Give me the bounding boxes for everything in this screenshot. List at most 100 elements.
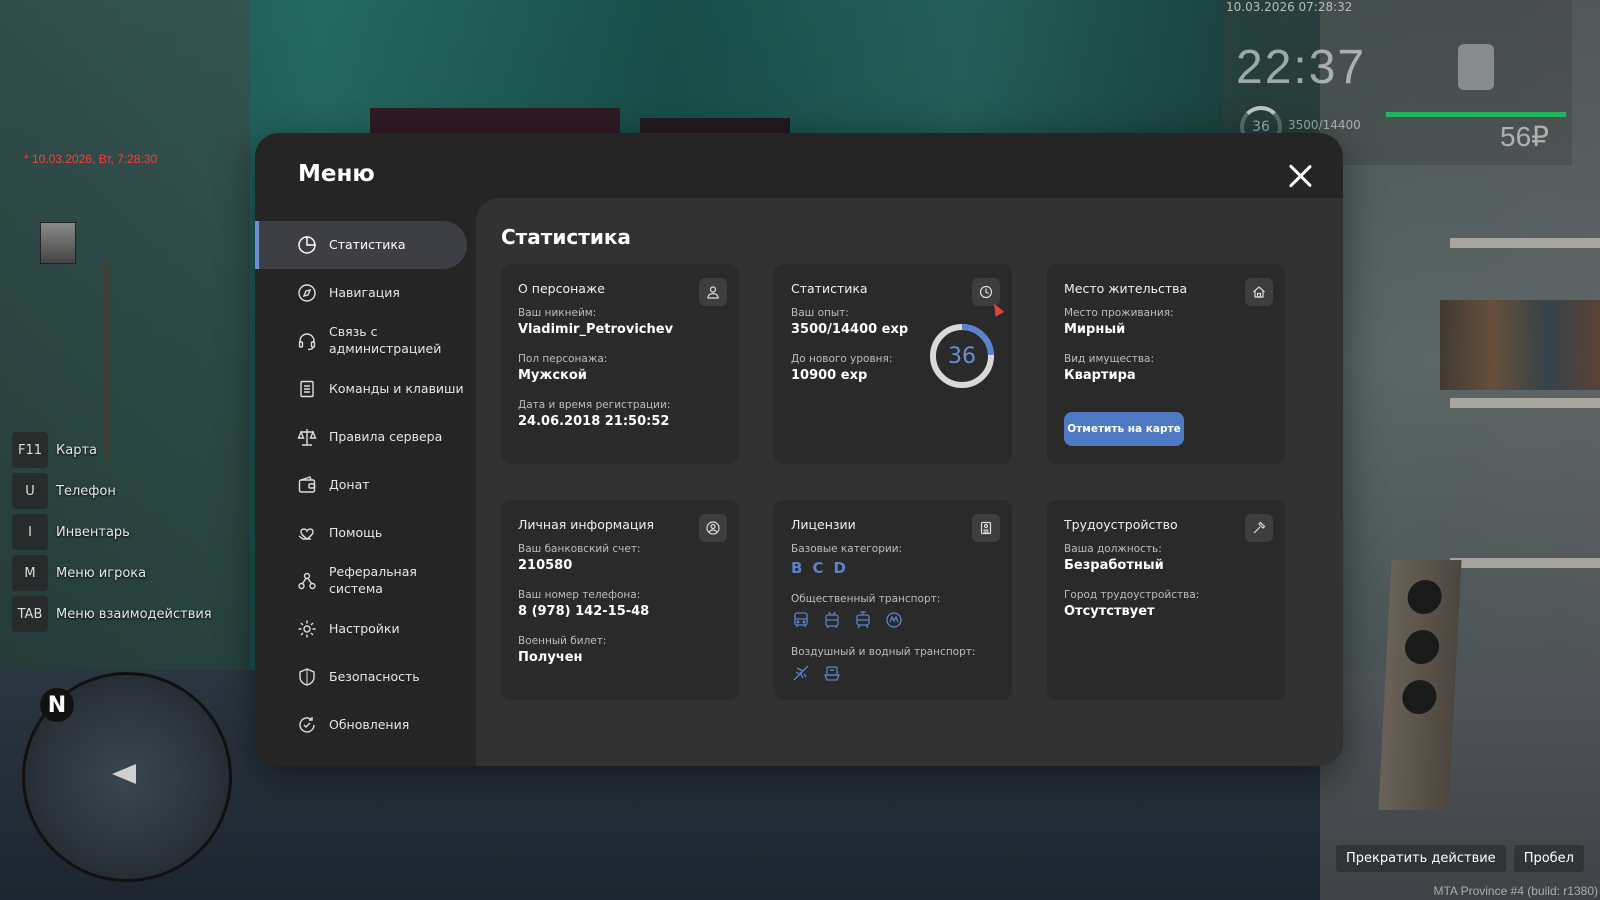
card-title: Личная информация [518,517,655,532]
sidebar-item-commands[interactable]: Команды и клавиши [255,365,467,413]
player-arrow-icon [112,764,136,784]
sidebar-item-label: Безопасность [329,668,420,684]
sidebar-item-settings[interactable]: Настройки [255,605,467,653]
space-key-hint[interactable]: Пробел [1513,845,1584,872]
house-icon[interactable] [1245,278,1273,306]
user-circle-icon[interactable] [699,514,727,542]
speaker-cone [1404,630,1440,664]
keybind-player-menu[interactable]: M Меню игрока [12,555,212,591]
sidebar-item-label: Статистика [329,236,406,252]
key-cap: F11 [12,432,48,468]
build-info: MTA Province #4 (build: r1380) [1433,884,1598,898]
position-value: Безработный [1064,558,1164,573]
refresh-check-icon [296,714,318,736]
bookshelf-left [0,260,110,460]
statistics-content: Статистика О персонаже Ваш никнейм: Vlad… [476,198,1343,766]
id-card-icon[interactable] [972,514,1000,542]
hud-server-date: 10.03.2026 07:28:32 [1226,0,1353,14]
field-label: Воздушный и водный транспорт: [791,646,976,658]
heart-hand-icon [296,522,318,544]
field-air-water-transport: Воздушный и водный транспорт: [791,646,975,683]
field-bank: Ваш банковский счет: 210580 [518,543,641,573]
hammer-icon[interactable] [1245,514,1273,542]
gender-value: Мужской [518,368,587,383]
sidebar-item-updates[interactable]: Обновления [255,701,467,749]
keybind-map[interactable]: F11 Карта [12,432,212,468]
license-category-b: B [791,559,803,577]
license-categories: B C D [791,559,902,577]
compass-icon [296,282,318,304]
military-value: Получен [518,650,583,665]
sidebar-item-label: Настройки [329,620,400,636]
license-category-d: D [833,559,846,577]
field-next-level: До нового уровня: 10900 exp [791,353,892,383]
field-base-categories: Базовые категории: B C D [791,543,902,577]
shelf-board [1450,558,1600,568]
sidebar-item-donate[interactable]: Донат [255,461,467,509]
field-label: Вид имущества: [1064,353,1154,365]
field-label: Место проживания: [1064,307,1174,319]
user-icon[interactable] [699,278,727,306]
sidebar-item-label: Обновления [329,716,410,732]
sidebar-item-label: Донат [329,476,370,492]
speaker-cone [1406,580,1443,614]
hud-clock: 22:37 [1236,41,1367,94]
north-marker: N [40,688,74,722]
field-nickname: Ваш никнейм: Vladimir_Petrovichev [518,307,673,337]
referral-icon [296,570,318,592]
card-stats: Статистика Ваш опыт: 3500/14400 exp До н… [774,264,1012,464]
keybind-label: Инвентарь [56,524,130,540]
card-title: О персонаже [518,281,605,296]
card-character: О персонаже Ваш никнейм: Vladimir_Petrov… [501,264,739,464]
keybind-phone[interactable]: U Телефон [12,473,212,509]
tram-icon [853,610,873,630]
hud-datetime: * 10.03.2026, Вт, 7:28:30 [24,152,158,166]
registration-value: 24.06.2018 21:50:52 [518,414,670,429]
field-work-city: Город трудоустройства: Отсутствует [1064,589,1199,619]
trolleybus-icon [822,610,842,630]
game-boxes [1440,300,1600,390]
sidebar-item-referral[interactable]: Реферальная система [255,557,467,605]
keybind-inventory[interactable]: I Инвентарь [12,514,212,550]
bus-icon [791,610,811,630]
sidebar-item-statistics[interactable]: Статистика [255,221,467,269]
close-icon[interactable] [1287,163,1313,189]
sidebar-item-navigation[interactable]: Навигация [255,269,467,317]
health-bar [1386,112,1566,117]
work-city-value: Отсутствует [1064,604,1155,619]
speaker [1378,560,1462,810]
boat-icon [822,663,842,683]
field-label: Ваша должность: [1064,543,1162,555]
keybind-interaction-menu[interactable]: TAB Меню взаимодействия [12,596,212,632]
property-type-value: Квартира [1064,368,1136,383]
field-label: Ваш номер телефона: [518,589,641,601]
hud-exp: 3500/14400 [1288,118,1361,132]
level-number: 36 [948,343,976,369]
key-cap: TAB [12,596,48,632]
stop-action-label[interactable]: Прекратить действие [1335,845,1506,872]
gear-icon [296,618,318,640]
field-label: Общественный транспорт: [791,593,941,605]
keybind-label: Карта [56,442,97,458]
wallet-icon [296,474,318,496]
field-label: Базовые категории: [791,543,903,555]
phone-value: 8 (978) 142-15-48 [518,604,650,619]
sidebar-item-rules[interactable]: Правила сервера [255,413,467,461]
scales-icon [296,426,318,448]
field-label: Пол персонажа: [518,353,608,365]
mark-on-map-button[interactable]: Отметить на карте [1064,412,1184,446]
sidebar-item-admin-contact[interactable]: Связь с администрацией [255,317,467,365]
card-personal: Личная информация Ваш банковский счет: 2… [501,500,739,700]
sidebar-item-help[interactable]: Помощь [255,509,467,557]
place-value: Мирный [1064,322,1126,337]
sidebar-item-security[interactable]: Безопасность [255,653,467,701]
field-registration: Дата и время регистрации: 24.06.2018 21:… [518,399,670,429]
field-property-type: Вид имущества: Квартира [1064,353,1154,383]
key-cap: U [12,473,48,509]
sidebar-item-label: Помощь [329,524,383,540]
card-residence: Место жительства Место проживания: Мирны… [1047,264,1285,464]
sidebar-item-label: Команды и клавиши [329,380,464,396]
fist-weapon-icon [1458,44,1494,90]
field-label: Город трудоустройства: [1064,589,1200,601]
field-label: Ваш опыт: [791,307,849,319]
